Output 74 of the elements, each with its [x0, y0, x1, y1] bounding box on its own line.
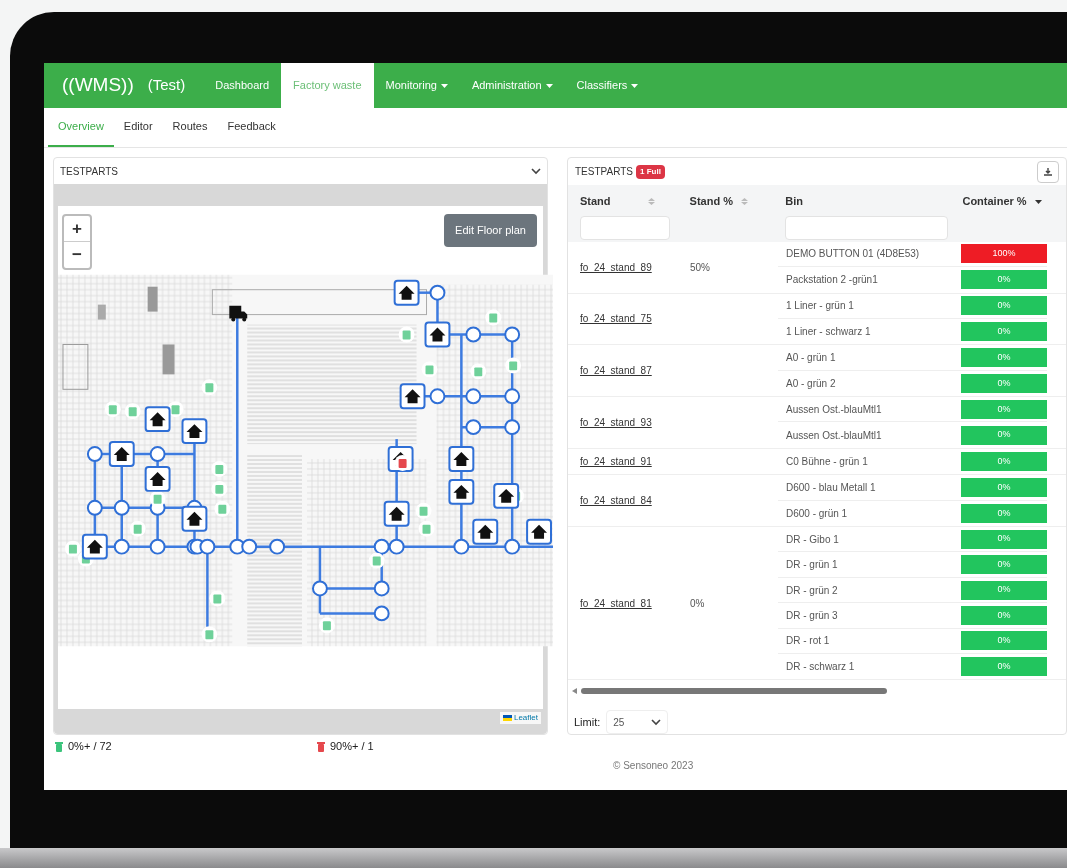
stand-link[interactable]: fo_24_stand_87	[580, 363, 652, 379]
container-level-bar: 0%	[961, 605, 1047, 625]
table-cell-text: DR - grün 1	[785, 558, 839, 573]
container-level-bar: 0%	[961, 425, 1047, 445]
download-button[interactable]	[1037, 160, 1059, 183]
filter-input[interactable]	[580, 215, 670, 240]
legend-count: 90%+ / 1	[330, 739, 374, 754]
stand-link[interactable]: fo_24_stand_91	[580, 454, 652, 470]
edit-floor-plan-button[interactable]: Edit Floor plan	[444, 214, 537, 247]
table-cell-text: DR - rot 1	[785, 634, 831, 649]
container-level-bar: 0%	[961, 452, 1047, 472]
table-cell-text: 50%	[690, 260, 710, 275]
panel-title: TESTPARTS	[575, 165, 633, 180]
table-cell-text: DR - grün 3	[785, 608, 839, 623]
column-header[interactable]: Bin	[785, 193, 803, 210]
stand-link[interactable]: fo_24_stand_81	[580, 595, 652, 611]
table-cell-text: DR - schwarz 1	[785, 660, 856, 675]
table-cell-text: A0 - grün 2	[785, 376, 837, 391]
sort-icon[interactable]	[1034, 197, 1042, 206]
panel-title: TESTPARTS	[60, 164, 118, 179]
column-header[interactable]: Stand	[580, 193, 640, 210]
zoom-in-button[interactable]: +	[64, 216, 90, 242]
tab[interactable]: Routes	[162, 108, 218, 147]
limit-select[interactable]: 25	[606, 710, 669, 734]
environment-label: (Test)	[147, 75, 186, 96]
footer-copyright: © Sensoneo 2023	[613, 760, 694, 771]
map-attribution[interactable]: Leaflet	[499, 712, 541, 724]
stand-link[interactable]: fo_24_stand_89	[580, 259, 652, 275]
container-level-bar: 0%	[961, 631, 1047, 651]
container-level-bar: 0%	[961, 373, 1047, 393]
table-cell-text: DR - Gibo 1	[785, 532, 840, 547]
chevron-down-icon	[651, 718, 662, 726]
table-cell-text: 0%	[690, 596, 705, 611]
table-cell-text: C0 Bühne - grün 1	[785, 455, 869, 470]
limit-label: Limit:	[574, 714, 601, 730]
app-logo: ((WMS))	[62, 73, 134, 98]
table-cell-text: D600 - grün 1	[785, 506, 849, 521]
column-header[interactable]: Container %	[962, 193, 1027, 210]
legend-count: 0%+ / 72	[68, 739, 112, 754]
container-level-bar: 0%	[961, 296, 1047, 316]
flag-icon	[502, 715, 512, 721]
container-level-bar: 0%	[961, 270, 1047, 290]
table-cell-text: Aussen Ost.-blauMtl1	[785, 428, 883, 443]
container-level-bar: 0%	[961, 399, 1047, 419]
stand-link[interactable]: fo_24_stand_93	[580, 414, 652, 430]
table-cell-text: 1 Liner - grün 1	[785, 299, 855, 314]
container-level-bar: 100%	[961, 244, 1047, 264]
table-cell-text: Aussen Ost.-blauMtl1	[785, 402, 883, 417]
stand-link[interactable]: fo_24_stand_84	[580, 493, 652, 509]
container-level-bar: 0%	[961, 477, 1047, 497]
scroll-left-icon[interactable]	[572, 688, 577, 695]
column-header[interactable]: Stand %	[689, 193, 733, 210]
container-level-bar: 0%	[961, 322, 1047, 342]
tab[interactable]: Editor	[113, 108, 163, 147]
container-level-bar: 0%	[961, 580, 1047, 600]
container-level-bar: 0%	[961, 529, 1047, 549]
status-badge: 1 Full	[636, 164, 665, 179]
table-cell-text: A0 - grün 1	[785, 351, 837, 365]
table-cell-text: 1 Liner - schwarz 1	[785, 325, 872, 340]
container-level-bar: 0%	[961, 555, 1047, 575]
filter-input[interactable]	[785, 215, 949, 240]
table-cell-text: DR - grün 2	[785, 583, 839, 598]
container-level-bar: 0%	[961, 503, 1047, 523]
horizontal-scrollbar[interactable]	[581, 688, 887, 695]
tab[interactable]: Feedback	[217, 108, 286, 147]
download-icon	[1043, 166, 1053, 177]
table-cell-text: Packstation 2 -grün1	[785, 273, 879, 288]
container-level-bar: 0%	[961, 348, 1047, 367]
table-cell-text: D600 - blau Metall 1	[785, 480, 877, 495]
zoom-out-button[interactable]: −	[64, 242, 90, 268]
chevron-down-icon[interactable]	[531, 167, 541, 175]
table-cell-text: DEMO BUTTON 01 (4D8E53)	[785, 247, 921, 262]
stand-link[interactable]: fo_24_stand_75	[580, 311, 652, 327]
container-level-bar: 0%	[961, 657, 1047, 677]
